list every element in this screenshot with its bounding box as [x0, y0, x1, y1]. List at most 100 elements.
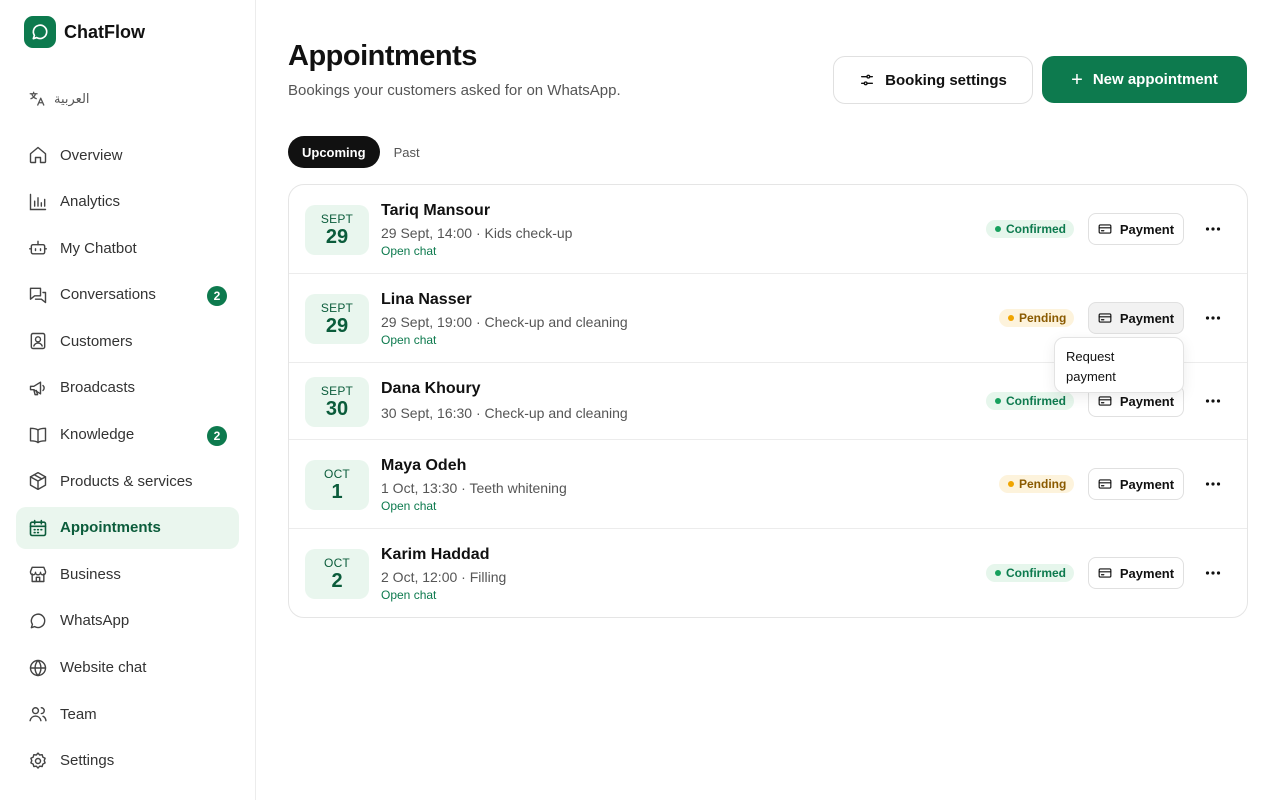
- date-badge: SEPT 30: [305, 377, 369, 427]
- popover-line: payment: [1066, 369, 1116, 384]
- bar-chart-icon: [29, 193, 47, 210]
- customer-name: Lina Nasser: [381, 291, 472, 308]
- payment-button[interactable]: Payment: [1088, 468, 1184, 500]
- date-month: OCT: [324, 467, 350, 481]
- date-badge: OCT 2: [305, 549, 369, 599]
- customer-name: Dana Khoury: [381, 380, 481, 397]
- status-badge: Confirmed: [986, 220, 1074, 238]
- appointment-detail: 1 Oct, 13:30 · Teeth whitening: [381, 480, 567, 496]
- appointment-tabs: Upcoming Past: [288, 136, 434, 168]
- payment-label: Payment: [1119, 310, 1175, 326]
- new-appointment-button[interactable]: + New appointment: [1042, 56, 1247, 103]
- open-chat-link[interactable]: Open chat: [381, 499, 436, 513]
- sidebar-item-customers[interactable]: Customers: [16, 320, 239, 362]
- conversations-count-badge: 2: [207, 285, 227, 306]
- more-options-icon[interactable]: [1201, 389, 1225, 413]
- status-badge: Confirmed: [986, 392, 1074, 410]
- appointment-row[interactable]: OCT 2 Karim Haddad 2 Oct, 12:00 · Fillin…: [289, 529, 1247, 617]
- payment-label: Payment: [1119, 393, 1175, 409]
- sidebar-item-business[interactable]: Business: [16, 553, 239, 595]
- appointment-detail: 29 Sept, 14:00 · Kids check-up: [381, 225, 573, 241]
- credit-card-icon: [1098, 479, 1112, 489]
- appointment-row[interactable]: SEPT 29 Tariq Mansour 29 Sept, 14:00 · K…: [289, 185, 1247, 274]
- date-day: 2: [331, 570, 343, 592]
- sidebar-item-label: Appointments: [60, 519, 161, 537]
- plus-icon: +: [1071, 68, 1083, 91]
- box-icon: [29, 472, 47, 491]
- date-month: SEPT: [320, 301, 354, 315]
- sidebar-item-knowledge[interactable]: Knowledge 2: [16, 414, 239, 456]
- sidebar-item-my-chatbot[interactable]: My Chatbot: [16, 227, 239, 269]
- date-day: 29: [325, 226, 349, 248]
- more-options-icon[interactable]: [1201, 472, 1225, 496]
- open-chat-link[interactable]: Open chat: [381, 333, 436, 347]
- sidebar-item-overview[interactable]: Overview: [16, 134, 239, 176]
- tab-past[interactable]: Past: [380, 136, 434, 168]
- chat-bubble-icon: [30, 613, 46, 629]
- payment-button[interactable]: Payment: [1088, 302, 1184, 334]
- status-badge: Pending: [999, 475, 1075, 493]
- brand-name: ChatFlow: [64, 21, 145, 42]
- sidebar-nav: Overview Analytics My Chatbot Conversati…: [16, 134, 239, 786]
- language-switch[interactable]: العربية: [28, 90, 90, 108]
- date-badge: OCT 1: [305, 460, 369, 510]
- knowledge-count-badge: 2: [207, 425, 227, 446]
- sidebar-item-conversations[interactable]: Conversations 2: [16, 274, 239, 316]
- date-day: 1: [331, 481, 343, 503]
- sidebar: ChatFlow العربية Overview Analytics My C…: [0, 0, 256, 800]
- date-month: SEPT: [320, 212, 354, 226]
- sidebar-item-label: Analytics: [60, 193, 121, 211]
- page-title: Appointments: [288, 40, 477, 72]
- payment-button[interactable]: Payment: [1088, 213, 1184, 245]
- sidebar-item-website-chat[interactable]: Website chat: [16, 647, 239, 689]
- date-day: 30: [325, 398, 349, 420]
- sliders-icon: [861, 74, 874, 86]
- sidebar-item-appointments[interactable]: Appointments: [16, 506, 239, 549]
- sidebar-item-settings[interactable]: Settings: [16, 740, 239, 782]
- payment-button[interactable]: Payment: [1088, 557, 1184, 589]
- sidebar-item-products-services[interactable]: Products & services: [16, 460, 239, 502]
- payment-label: Payment: [1119, 565, 1175, 581]
- appointment-detail: 29 Sept, 19:00 · Check-up and cleaning: [381, 314, 628, 330]
- sidebar-item-label: Team: [60, 705, 97, 723]
- sidebar-item-label: Overview: [60, 146, 123, 164]
- calendar-icon: [29, 519, 47, 537]
- sidebar-item-team[interactable]: Team: [16, 693, 239, 735]
- open-chat-link[interactable]: Open chat: [381, 588, 436, 602]
- sidebar-item-label: Products & services: [60, 472, 193, 490]
- open-chat-link[interactable]: Open chat: [381, 244, 436, 258]
- more-options-icon[interactable]: [1201, 217, 1225, 241]
- credit-card-icon: [1098, 224, 1112, 234]
- popover-line: Request: [1066, 349, 1115, 364]
- sidebar-item-label: Customers: [60, 332, 133, 350]
- sidebar-item-broadcasts[interactable]: Broadcasts: [16, 367, 239, 409]
- store-icon: [29, 566, 47, 583]
- date-day: 29: [325, 315, 349, 337]
- status-badge: Pending: [999, 309, 1075, 327]
- request-payment-popover[interactable]: Request payment: [1054, 337, 1184, 393]
- date-badge: SEPT 29: [305, 205, 369, 255]
- sidebar-item-label: Website chat: [60, 659, 147, 677]
- more-options-icon[interactable]: [1201, 561, 1225, 585]
- new-appointment-label: New appointment: [1092, 71, 1218, 88]
- more-options-icon[interactable]: [1201, 306, 1225, 330]
- booking-settings-button[interactable]: Booking settings: [833, 56, 1033, 104]
- appointment-row[interactable]: OCT 1 Maya Odeh 1 Oct, 13:30 · Teeth whi…: [289, 440, 1247, 529]
- date-month: SEPT: [320, 384, 354, 398]
- chat-bubbles-icon: [29, 287, 47, 303]
- users-icon: [29, 707, 47, 722]
- tab-upcoming[interactable]: Upcoming: [288, 136, 380, 168]
- translate-icon: [29, 91, 45, 106]
- sidebar-item-analytics[interactable]: Analytics: [16, 181, 239, 223]
- home-icon: [29, 146, 47, 164]
- customer-name: Karim Haddad: [381, 546, 490, 563]
- globe-icon: [29, 659, 47, 676]
- booking-settings-label: Booking settings: [885, 71, 1007, 89]
- sidebar-item-label: Settings: [60, 752, 115, 770]
- appointments-list: SEPT 29 Tariq Mansour 29 Sept, 14:00 · K…: [288, 184, 1248, 618]
- brand[interactable]: ChatFlow: [24, 16, 145, 48]
- contact-card-icon: [30, 333, 46, 350]
- sidebar-item-whatsapp[interactable]: WhatsApp: [16, 600, 239, 642]
- sidebar-item-label: Broadcasts: [60, 379, 136, 397]
- sidebar-item-label: Business: [60, 565, 121, 583]
